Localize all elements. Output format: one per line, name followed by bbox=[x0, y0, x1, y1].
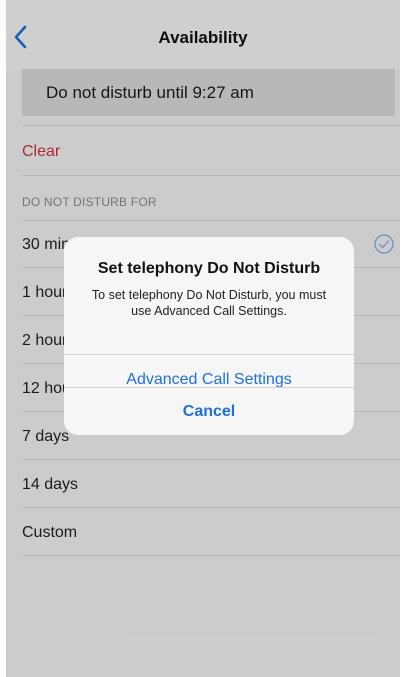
alert-dialog: Set telephony Do Not Disturb To set tele… bbox=[64, 237, 354, 435]
alert-title: Set telephony Do Not Disturb bbox=[97, 260, 321, 277]
cancel-button[interactable]: Cancel bbox=[64, 388, 354, 435]
alert-message: To set telephony Do Not Disturb, you mus… bbox=[91, 288, 327, 318]
availability-screen: Availability Do not disturb until 9:27 a… bbox=[6, 0, 400, 677]
alert-divider bbox=[64, 354, 354, 355]
